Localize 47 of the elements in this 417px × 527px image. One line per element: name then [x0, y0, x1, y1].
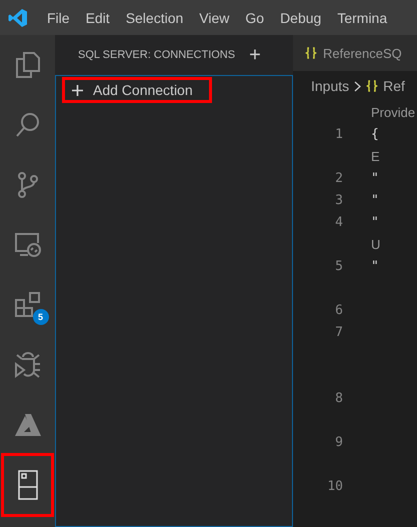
panel-title: SQL SERVER: CONNECTIONS — [78, 49, 236, 61]
menu-item[interactable]: Edit — [78, 10, 118, 26]
breadcrumb-item[interactable]: Ref — [383, 78, 405, 94]
azure-icon — [14, 413, 42, 437]
menu-item[interactable]: Debug — [272, 10, 330, 26]
bug-icon — [12, 351, 42, 379]
line-number: 8 — [334, 390, 343, 406]
search-icon — [14, 112, 40, 138]
menu-item[interactable]: Termina — [329, 10, 396, 26]
code-text: " — [371, 170, 379, 186]
chevron-icon — [354, 80, 362, 92]
branch-icon — [16, 171, 40, 199]
monitor-icon — [14, 232, 42, 258]
json-icon — [305, 47, 317, 59]
line-number: 1 — [334, 126, 343, 142]
line-number: 9 — [334, 434, 343, 450]
line-number: 5 — [334, 258, 343, 274]
code-lens[interactable]: Provide — [371, 104, 416, 120]
line-number: 7 — [334, 324, 343, 340]
count-badge: 5 — [32, 309, 48, 325]
line-number: 6 — [334, 302, 343, 318]
add-button[interactable]: + — [245, 45, 265, 65]
menu-item[interactable]: Go — [237, 10, 272, 26]
line-number: 4 — [334, 214, 343, 230]
code-lens[interactable]: E — [371, 148, 380, 164]
code-text: " — [371, 214, 379, 230]
menu-item[interactable]: Selection — [118, 10, 192, 26]
line-number: 3 — [334, 192, 343, 208]
code-text: " — [371, 258, 379, 274]
menu-item[interactable]: File — [39, 10, 78, 26]
editor-tab[interactable]: ReferenceSQ — [293, 35, 417, 71]
extensions-icon — [14, 291, 42, 319]
line-number: 10 — [326, 478, 343, 494]
activity-item[interactable]: 5 — [0, 275, 55, 335]
json-icon — [366, 80, 378, 92]
server-icon — [18, 470, 38, 500]
activity-item[interactable] — [1, 453, 54, 517]
plus-icon — [72, 84, 83, 96]
code-text: " — [371, 192, 379, 208]
code-lens[interactable]: U — [371, 236, 380, 252]
menu-item[interactable]: View — [191, 10, 238, 26]
add-connection-item[interactable]: Add Connection — [62, 77, 212, 103]
files-icon — [14, 51, 40, 79]
breadcrumb-item[interactable]: Inputs — [311, 78, 350, 94]
line-number: 2 — [334, 170, 343, 186]
logo-icon — [8, 8, 28, 28]
code-text: { — [371, 126, 379, 142]
